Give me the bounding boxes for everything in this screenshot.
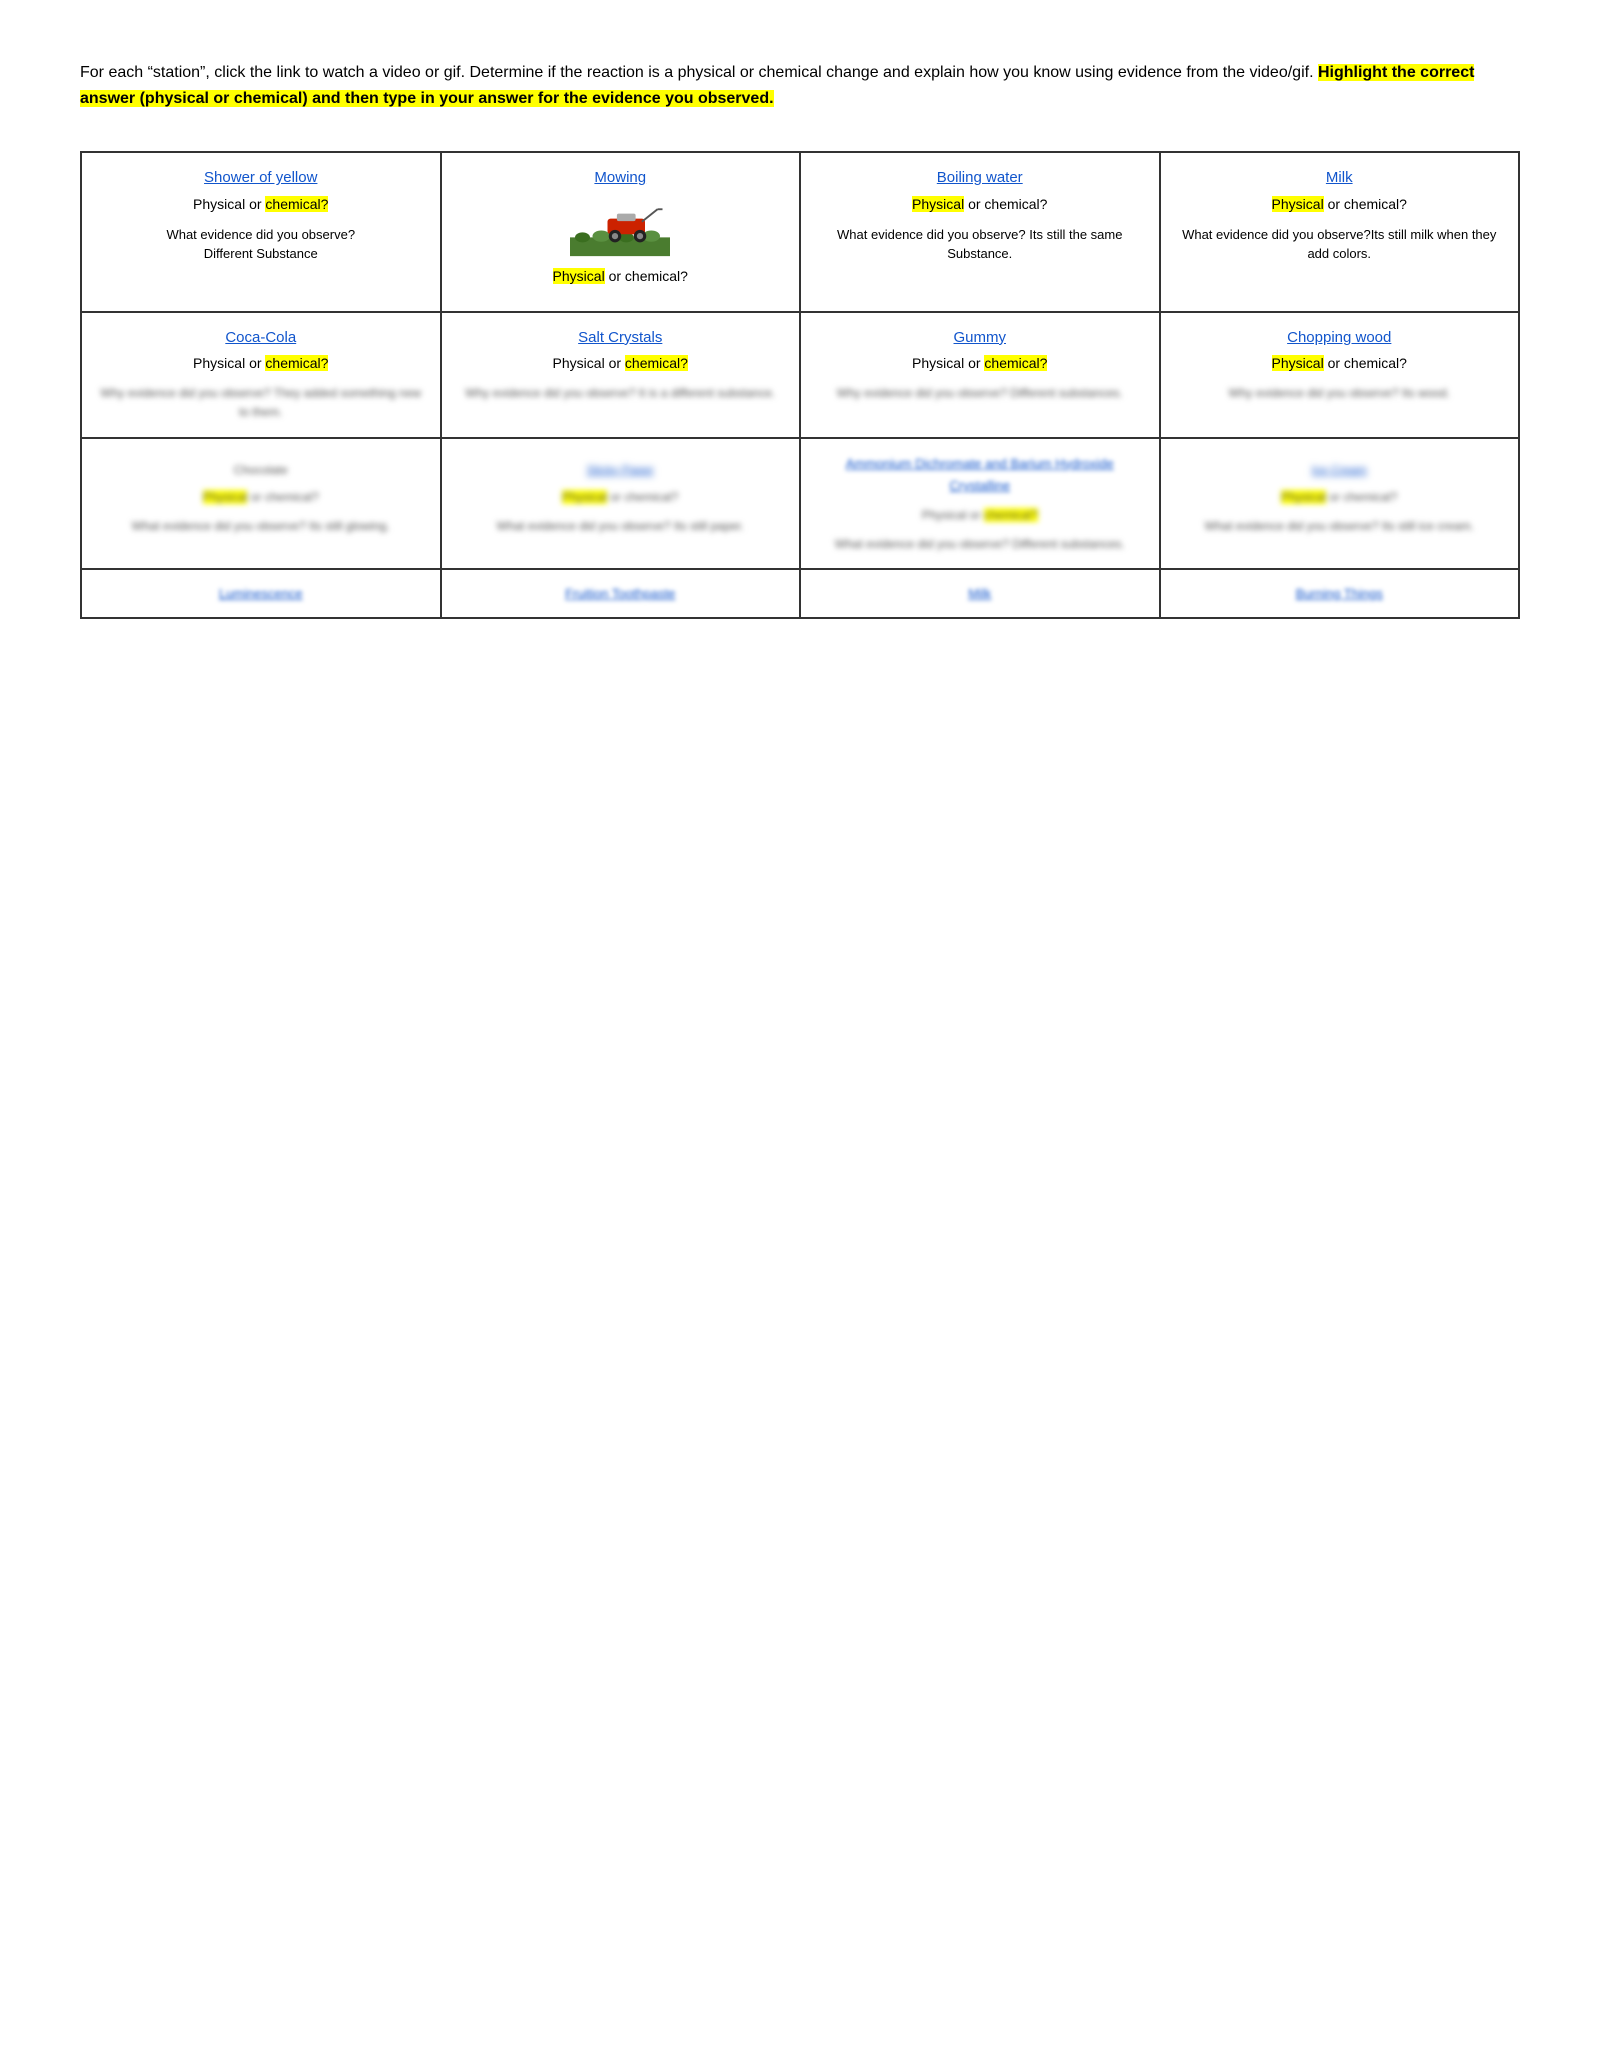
bottom-link-2[interactable]: Fruition Toothpaste — [458, 584, 784, 604]
cell-evidence-blurred: Why evidence did you observe? It is a di… — [458, 384, 784, 403]
mowing-image — [570, 198, 670, 258]
cell-evidence-blurred: Why evidence did you observe? They added… — [98, 384, 424, 422]
shower-yellow-link[interactable]: Shower of yellow — [204, 169, 317, 186]
chemical-answer: chemical? — [984, 355, 1047, 371]
cell-title: Milk — [1177, 167, 1503, 190]
cell-title: Salt Crystals — [458, 327, 784, 350]
cell-evidence-blurred: What evidence did you observe? Its still… — [1177, 517, 1503, 536]
cell-question: Physical or chemical? — [817, 506, 1143, 525]
chopping-wood-link[interactable]: Chopping wood — [1287, 329, 1391, 346]
cell-question: Physical or chemical? — [458, 353, 784, 374]
salt-crystals-link[interactable]: Salt Crystals — [578, 329, 662, 346]
cell-evidence-blurred: What evidence did you observe? Its still… — [458, 517, 784, 536]
cell-question: Physical or chemical? — [98, 353, 424, 374]
cell-evidence-blurred: Why evidence did you observe? Its wood. — [1177, 384, 1503, 403]
ammonium-link[interactable]: Ammonium Dichromate and Barium Hydroxide… — [846, 456, 1114, 494]
gummy-link[interactable]: Gummy — [954, 329, 1007, 346]
chemical-answer: chemical? — [265, 355, 328, 371]
cell-title: Ice Cream — [1177, 461, 1503, 480]
cell-bottom-1: Luminescence — [81, 569, 441, 619]
cell-title: Ammonium Dichromate and Barium Hydroxide… — [817, 453, 1143, 498]
cell-evidence-blurred: What evidence did you observe? Different… — [817, 535, 1143, 554]
sticky-paper-link[interactable]: Sticky Paper — [587, 463, 654, 477]
intro-text-1: For each “station”, click the link to wa… — [80, 64, 1318, 81]
physical-answer: Physical — [203, 490, 248, 504]
cell-evidence: What evidence did you observe?Different … — [98, 225, 424, 264]
boiling-water-link[interactable]: Boiling water — [937, 169, 1023, 186]
bottom-link-4[interactable]: Burning Things — [1177, 584, 1503, 604]
table-row: Chocolate Physical or chemical? What evi… — [81, 438, 1519, 569]
cell-question: Physical or chemical? — [98, 488, 424, 507]
cell-ice-cream: Ice Cream Physical or chemical? What evi… — [1160, 438, 1520, 569]
cell-evidence-blurred: Why evidence did you observe? Different … — [817, 384, 1143, 403]
cell-evidence-blurred: What evidence did you observe? Its still… — [98, 517, 424, 536]
mowing-link[interactable]: Mowing — [594, 169, 646, 186]
cell-question: Physical or chemical? — [1177, 488, 1503, 507]
physical-answer: Physical — [1281, 490, 1326, 504]
cell-question: Physical or chemical? — [817, 194, 1143, 215]
physical-answer: Physical — [1272, 355, 1324, 371]
table-row: Shower of yellow Physical or chemical? W… — [81, 152, 1519, 312]
cell-question: Physical or chemical? — [817, 353, 1143, 374]
physical-answer: Physical — [553, 268, 605, 284]
cell-title: Gummy — [817, 327, 1143, 350]
cell-question: Physical or chemical? — [98, 194, 424, 215]
cell-boiling-water: Boiling water Physical or chemical? What… — [800, 152, 1160, 312]
cell-sticky-paper: Sticky Paper Physical or chemical? What … — [441, 438, 801, 569]
physical-answer: Physical — [1272, 196, 1324, 212]
chemical-answer: chemical? — [265, 196, 328, 212]
cell-shower-yellow: Shower of yellow Physical or chemical? W… — [81, 152, 441, 312]
intro-paragraph: For each “station”, click the link to wa… — [80, 60, 1520, 111]
cell-coca-cola: Coca-Cola Physical or chemical? Why evid… — [81, 312, 441, 438]
cell-question: Physical or chemical? — [1177, 194, 1503, 215]
cell-title: Mowing — [458, 167, 784, 190]
bottom-link-1[interactable]: Luminescence — [98, 584, 424, 604]
cell-evidence: What evidence did you observe? Its still… — [817, 225, 1143, 264]
cell-title: Chocolate — [98, 461, 424, 480]
cell-question: Physical or chemical? — [458, 488, 784, 507]
cell-title: Coca-Cola — [98, 327, 424, 350]
cell-title: Boiling water — [817, 167, 1143, 190]
stations-table: Shower of yellow Physical or chemical? W… — [80, 151, 1520, 619]
chemical-answer: chemical? — [625, 355, 688, 371]
cell-bottom-3: Milk — [800, 569, 1160, 619]
ice-cream-link[interactable]: Ice Cream — [1312, 463, 1367, 477]
cell-salt-crystals: Salt Crystals Physical or chemical? Why … — [441, 312, 801, 438]
cell-chopping-wood: Chopping wood Physical or chemical? Why … — [1160, 312, 1520, 438]
cell-bottom-2: Fruition Toothpaste — [441, 569, 801, 619]
table-row-bottom: Luminescence Fruition Toothpaste Milk Bu… — [81, 569, 1519, 619]
cell-title: Chopping wood — [1177, 327, 1503, 350]
cell-milk: Milk Physical or chemical? What evidence… — [1160, 152, 1520, 312]
cell-gummy: Gummy Physical or chemical? Why evidence… — [800, 312, 1160, 438]
cell-question: Physical or chemical? — [1177, 353, 1503, 374]
cell-title: Sticky Paper — [458, 461, 784, 480]
milk-link[interactable]: Milk — [1326, 169, 1353, 186]
cell-bottom-4: Burning Things — [1160, 569, 1520, 619]
cell-mowing: Mowing — [441, 152, 801, 312]
cell-chocolate: Chocolate Physical or chemical? What evi… — [81, 438, 441, 569]
table-row: Coca-Cola Physical or chemical? Why evid… — [81, 312, 1519, 438]
cell-title: Shower of yellow — [98, 167, 424, 190]
cell-question: Physical or chemical? — [458, 266, 784, 287]
bottom-link-3[interactable]: Milk — [817, 584, 1143, 604]
chemical-answer: chemical? — [984, 508, 1038, 522]
coca-cola-link[interactable]: Coca-Cola — [225, 329, 296, 346]
physical-answer: Physical — [912, 196, 964, 212]
cell-ammonium-dichromate: Ammonium Dichromate and Barium Hydroxide… — [800, 438, 1160, 569]
cell-evidence: What evidence did you observe?Its still … — [1177, 225, 1503, 264]
physical-answer: Physical — [562, 490, 607, 504]
